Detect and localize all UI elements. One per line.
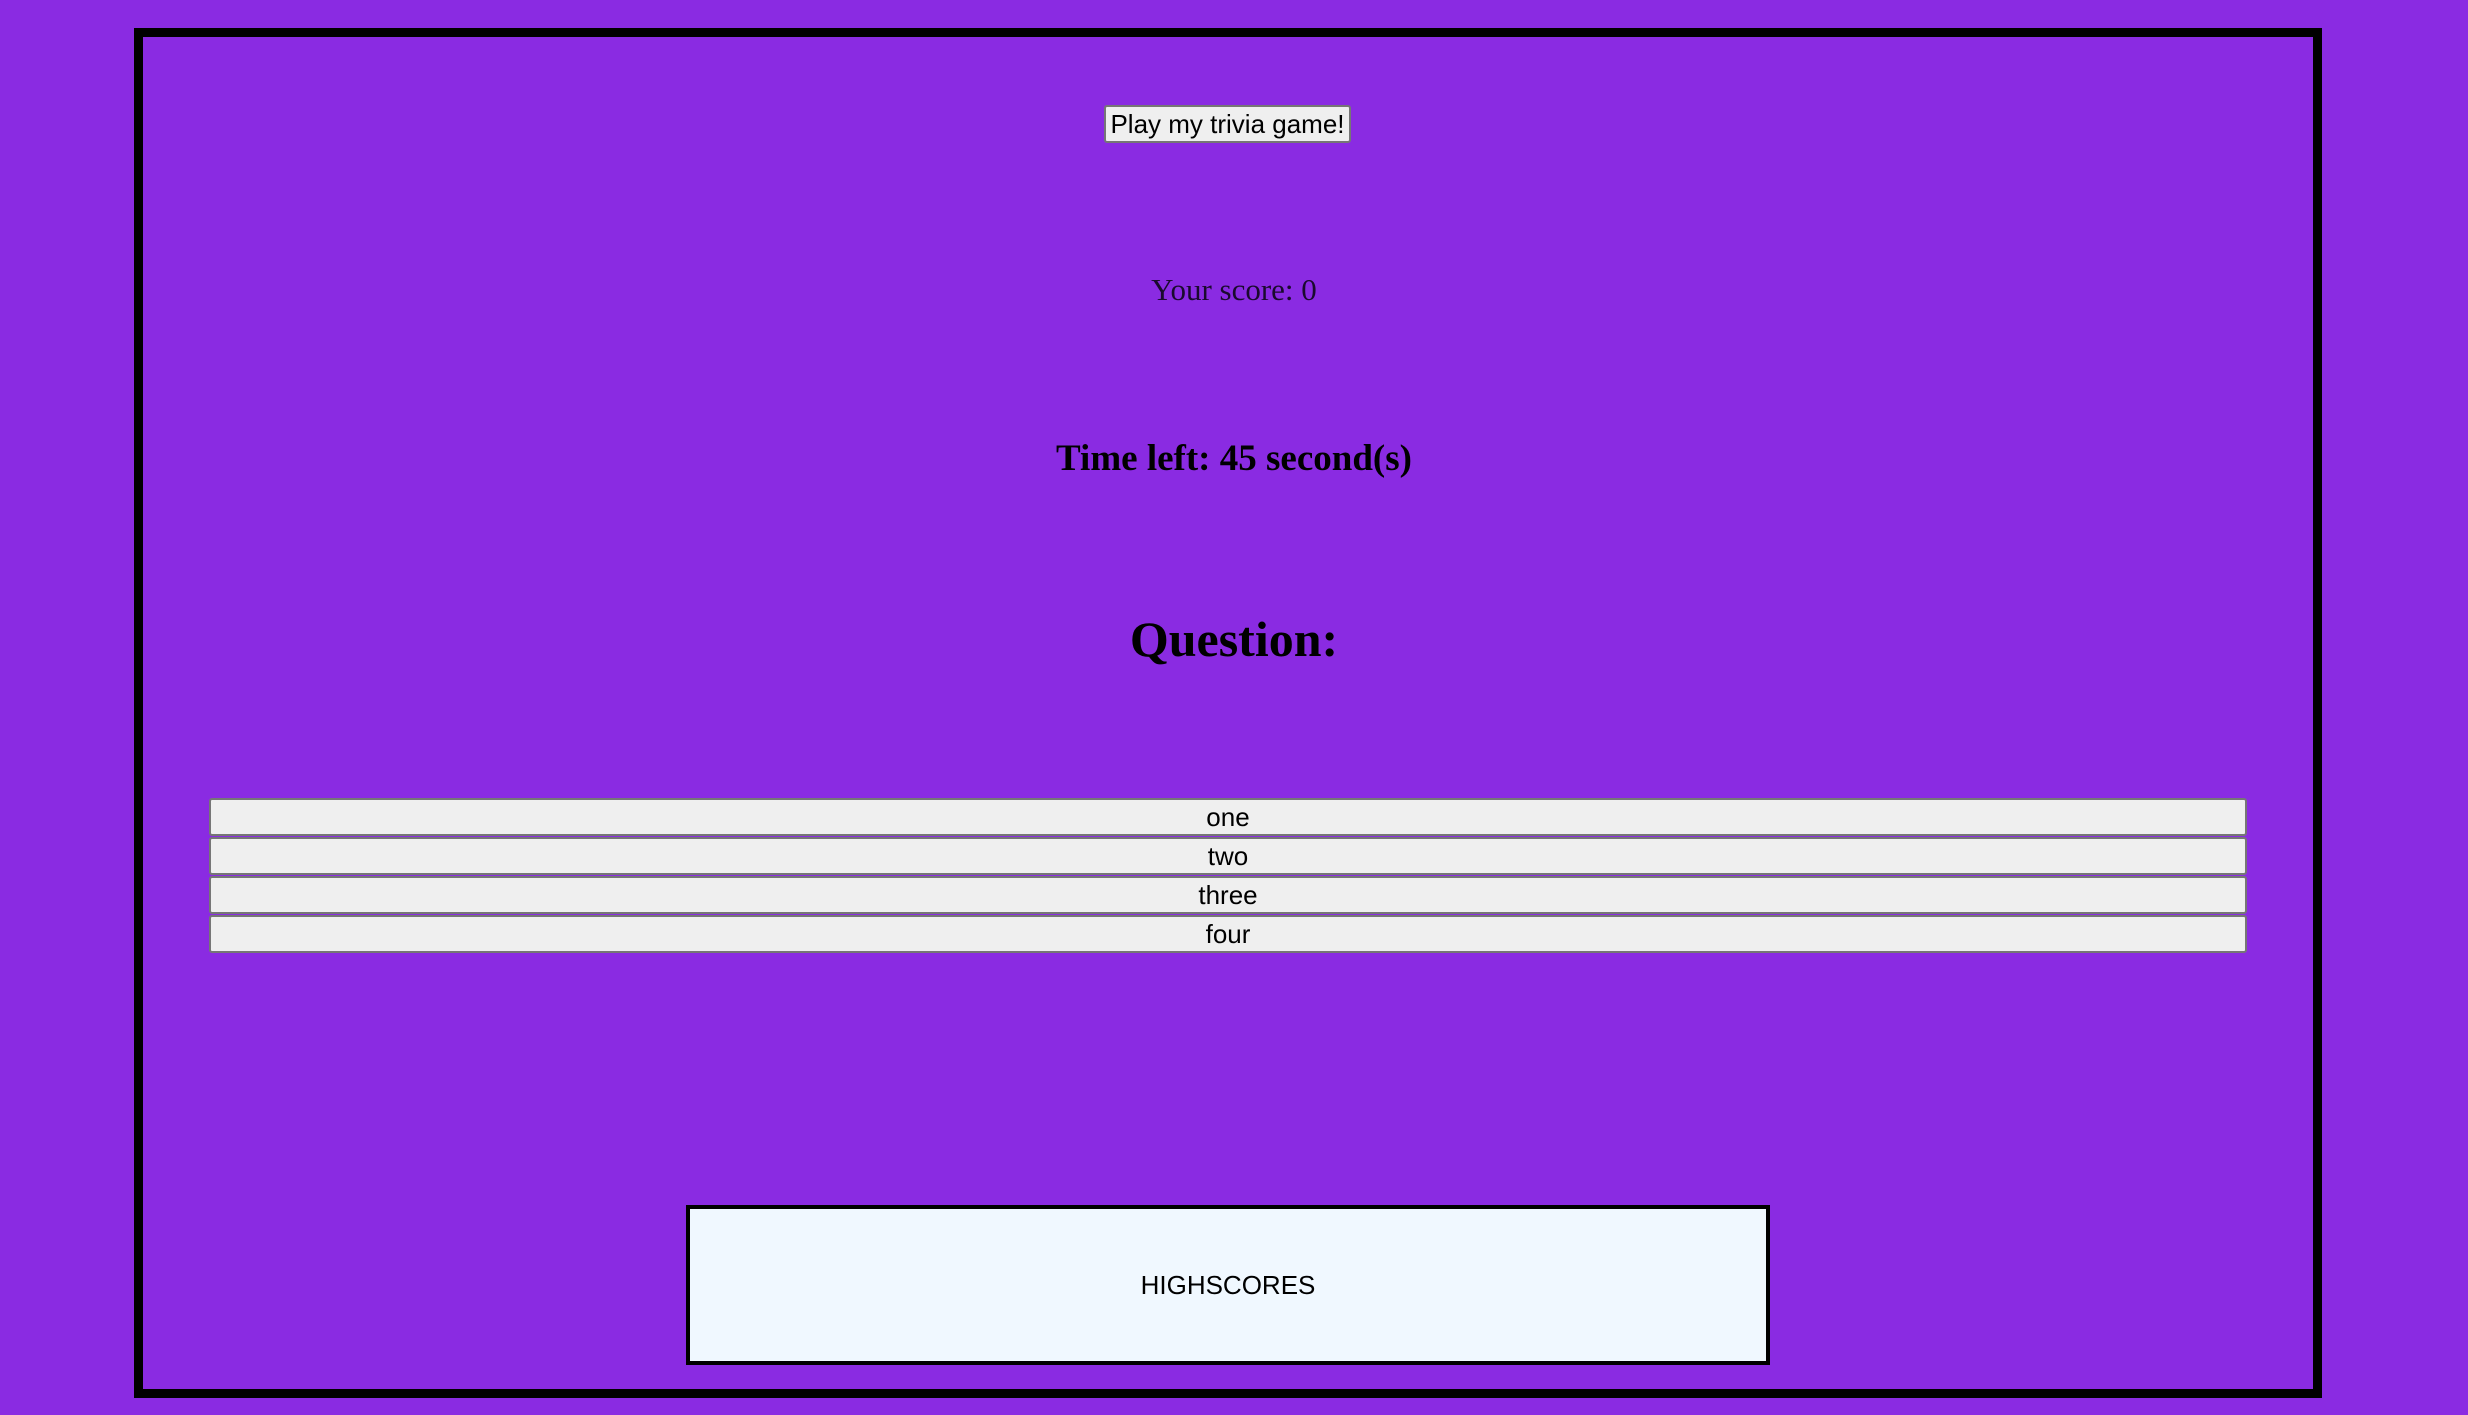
answer-list: one two three four bbox=[209, 798, 2247, 954]
answer-button-four[interactable]: four bbox=[209, 915, 2247, 953]
score-display: Your score: 0 bbox=[1151, 272, 1317, 307]
highscores-box: HIGHSCORES bbox=[686, 1205, 1770, 1365]
highscores-label: HIGHSCORES bbox=[1140, 1270, 1316, 1300]
answer-button-three[interactable]: three bbox=[209, 876, 2247, 914]
play-trivia-button[interactable]: Play my trivia game! bbox=[1104, 105, 1351, 143]
answer-button-one[interactable]: one bbox=[209, 798, 2247, 836]
answer-button-two[interactable]: two bbox=[209, 837, 2247, 875]
game-frame bbox=[134, 28, 2322, 1398]
time-left-display: Time left: 45 second(s) bbox=[1056, 438, 1412, 479]
question-heading: Question: bbox=[1129, 611, 1339, 667]
